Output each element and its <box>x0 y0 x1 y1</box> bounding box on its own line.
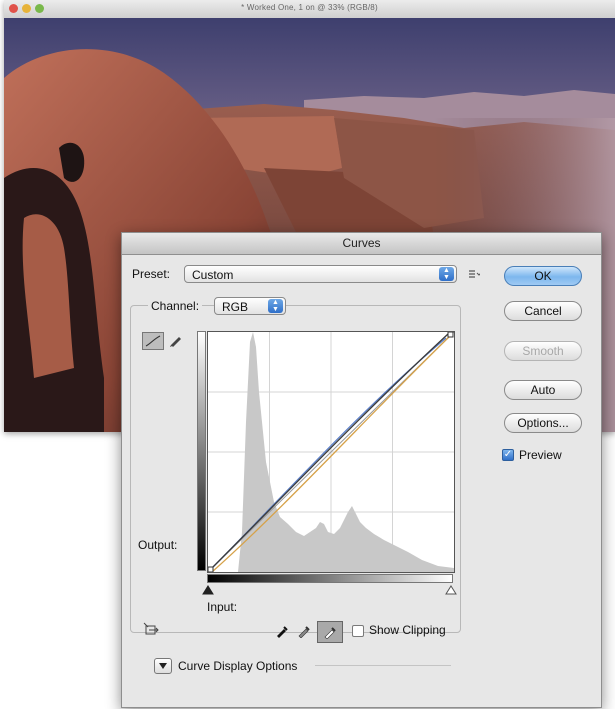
document-title: * Worked One, 1 on @ 33% (RGB/8) <box>241 3 378 12</box>
preset-options-icon[interactable] <box>467 267 481 281</box>
dialog-title: Curves <box>122 233 601 255</box>
curve-display-options-label: Curve Display Options <box>178 659 298 673</box>
preset-label: Preset: <box>132 267 171 281</box>
options-button[interactable]: Options... <box>504 413 582 433</box>
channel-label: Channel: <box>148 299 203 313</box>
pencil-mode-icon[interactable] <box>168 332 184 348</box>
curve-graph[interactable] <box>207 331 455 573</box>
show-clipping-checkbox[interactable] <box>352 625 364 637</box>
preset-select[interactable]: Custom ▲ ▼ <box>184 265 457 283</box>
white-input-slider-icon[interactable] <box>445 585 457 595</box>
popup-arrows-icon: ▲ ▼ <box>439 267 454 281</box>
disclosure-triangle-icon[interactable] <box>154 658 172 674</box>
preview-label: Preview <box>519 448 562 462</box>
input-gradient-bar <box>207 574 453 583</box>
ok-button[interactable]: OK <box>504 266 582 286</box>
curves-dialog: Curves Preset: Custom ▲ ▼ Channel: RGB ▲ ▼… <box>121 232 602 708</box>
white-point-eyedropper-icon[interactable] <box>317 621 343 643</box>
black-point-eyedropper-icon[interactable] <box>274 623 290 639</box>
channel-select[interactable]: RGB ▲ ▼ <box>214 297 286 315</box>
document-titlebar: * Worked One, 1 on @ 33% (RGB/8) <box>4 0 615 19</box>
channel-value: RGB <box>222 300 249 314</box>
gray-point-eyedropper-icon[interactable] <box>296 623 312 639</box>
input-label: Input: <box>207 600 238 614</box>
output-gradient-bar <box>197 331 206 571</box>
show-clipping-label: Show Clipping <box>369 623 446 637</box>
cancel-button[interactable]: Cancel <box>504 301 582 321</box>
divider <box>315 665 451 666</box>
smooth-button[interactable]: Smooth <box>504 341 582 361</box>
black-point-handle <box>208 566 214 572</box>
output-label: Output: <box>138 538 178 552</box>
popup-arrows-icon: ▲ ▼ <box>268 299 283 313</box>
preset-value: Custom <box>192 268 234 282</box>
curve-points-mode-icon[interactable] <box>142 332 164 350</box>
auto-button[interactable]: Auto <box>504 380 582 400</box>
target-adjustment-icon[interactable] <box>142 621 162 639</box>
black-input-slider-icon[interactable] <box>202 585 214 595</box>
preview-checkbox[interactable]: ✓ <box>502 449 514 461</box>
white-point-handle <box>447 332 454 338</box>
